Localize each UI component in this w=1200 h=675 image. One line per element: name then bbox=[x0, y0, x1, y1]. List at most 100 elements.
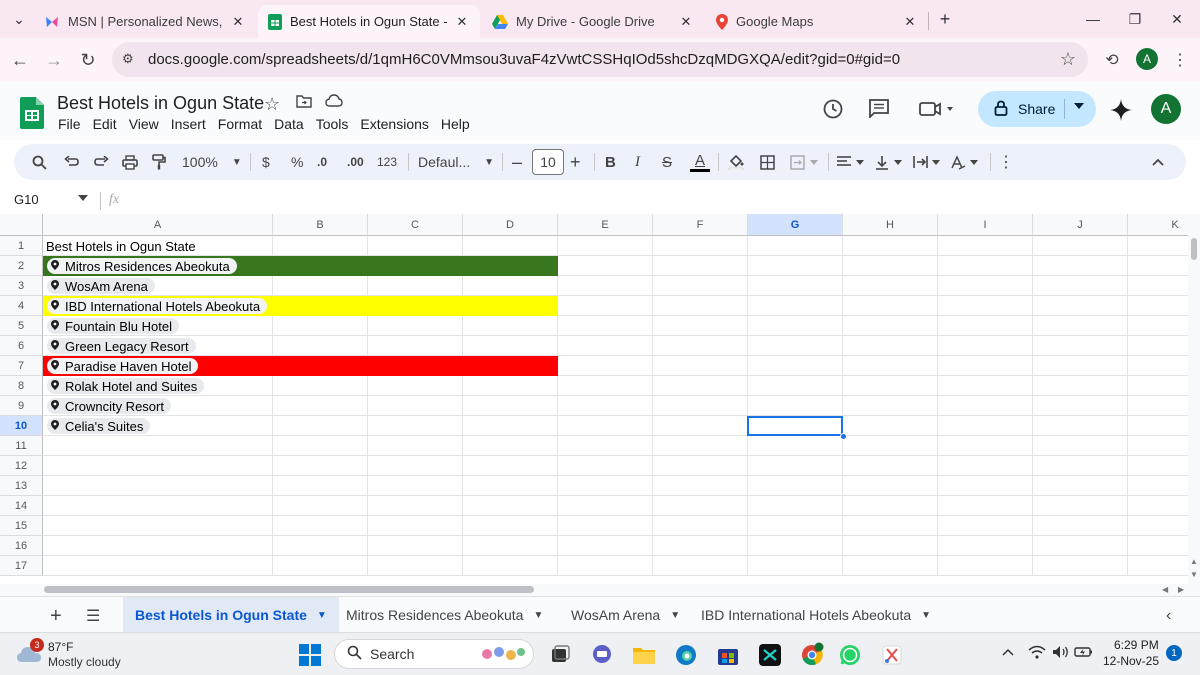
horizontal-align-icon[interactable] bbox=[836, 144, 866, 180]
site-info-icon[interactable]: ⚙ bbox=[122, 51, 134, 67]
star-icon[interactable]: ☆ bbox=[264, 94, 280, 115]
column-header-d[interactable]: D bbox=[463, 214, 558, 236]
cell-i10[interactable] bbox=[938, 416, 1033, 436]
cell-e8[interactable] bbox=[558, 376, 653, 396]
row-header-6[interactable]: 6 bbox=[0, 336, 43, 356]
cell-g2[interactable] bbox=[748, 256, 843, 276]
spreadsheet-grid[interactable]: ABCDEFGHIJK 1 2 3 4 5 6 7 8 9 10 11 12 13 14 15 16 17 Be… bbox=[0, 214, 1188, 584]
cell-d17[interactable] bbox=[463, 556, 558, 576]
cell-e16[interactable] bbox=[558, 536, 653, 556]
header-cell-a1[interactable]: Best Hotels in Ogun State bbox=[46, 236, 196, 256]
cell-c5[interactable] bbox=[368, 316, 463, 336]
cell-i8[interactable] bbox=[938, 376, 1033, 396]
close-icon[interactable]: ✕ bbox=[454, 14, 470, 30]
cell-g8[interactable] bbox=[748, 376, 843, 396]
cell-k11[interactable] bbox=[1128, 436, 1188, 456]
cell-a13[interactable] bbox=[43, 476, 273, 496]
cell-e14[interactable] bbox=[558, 496, 653, 516]
cell-i4[interactable] bbox=[938, 296, 1033, 316]
cell-k4[interactable] bbox=[1128, 296, 1188, 316]
menu-view[interactable]: View bbox=[129, 116, 159, 132]
place-chip[interactable]: IBD International Hotels Abeokuta bbox=[47, 298, 268, 314]
place-chip[interactable]: Mitros Residences Abeokuta bbox=[47, 258, 237, 274]
cell-d1[interactable] bbox=[463, 236, 558, 256]
cell-f13[interactable] bbox=[653, 476, 748, 496]
print-icon[interactable] bbox=[122, 144, 138, 180]
cell-g13[interactable] bbox=[748, 476, 843, 496]
windows-start-icon[interactable] bbox=[296, 641, 324, 669]
cell-k13[interactable] bbox=[1128, 476, 1188, 496]
app-capcut-icon[interactable] bbox=[756, 641, 784, 669]
cell-i5[interactable] bbox=[938, 316, 1033, 336]
cell-e1[interactable] bbox=[558, 236, 653, 256]
column-header-i[interactable]: I bbox=[938, 214, 1033, 236]
cell-c9[interactable] bbox=[368, 396, 463, 416]
cell-k14[interactable] bbox=[1128, 496, 1188, 516]
undo-icon[interactable] bbox=[64, 144, 79, 180]
column-header-h[interactable]: H bbox=[843, 214, 938, 236]
clock-time[interactable]: 6:29 PM bbox=[1114, 638, 1159, 652]
column-header-g[interactable]: G bbox=[748, 214, 843, 236]
url-omnibox[interactable]: ⚙ docs.google.com/spreadsheets/d/1qmH6C0… bbox=[112, 42, 1088, 77]
scroll-right-arrow-icon[interactable]: ▶ bbox=[1178, 585, 1184, 594]
cell-h3[interactable] bbox=[843, 276, 938, 296]
row-header-15[interactable]: 15 bbox=[0, 516, 43, 536]
font-size-input[interactable]: 10 bbox=[532, 149, 564, 175]
horizontal-scrollbar[interactable]: ◀ ▶ bbox=[0, 584, 1200, 596]
cell-k3[interactable] bbox=[1128, 276, 1188, 296]
move-folder-icon[interactable] bbox=[296, 94, 312, 108]
cell-b9[interactable] bbox=[273, 396, 368, 416]
cell-b16[interactable] bbox=[273, 536, 368, 556]
row-header-12[interactable]: 12 bbox=[0, 456, 43, 476]
row-header-11[interactable]: 11 bbox=[0, 436, 43, 456]
cell-f10[interactable] bbox=[653, 416, 748, 436]
cell-c10[interactable] bbox=[368, 416, 463, 436]
text-color-button[interactable]: A bbox=[690, 144, 710, 180]
close-icon[interactable]: ✕ bbox=[678, 14, 694, 30]
menu-extensions[interactable]: Extensions bbox=[360, 116, 428, 132]
cell-g17[interactable] bbox=[748, 556, 843, 576]
row-header-4[interactable]: 4 bbox=[0, 296, 43, 316]
cell-b10[interactable] bbox=[273, 416, 368, 436]
cell-d11[interactable] bbox=[463, 436, 558, 456]
cell-h7[interactable] bbox=[843, 356, 938, 376]
cell-c6[interactable] bbox=[368, 336, 463, 356]
cell-j12[interactable] bbox=[1033, 456, 1128, 476]
sheet-tab-1[interactable]: Mitros Residences Abeokuta ▼ bbox=[334, 597, 555, 633]
number-format-button[interactable]: 123 bbox=[377, 144, 397, 180]
snipping-tool-icon[interactable] bbox=[878, 641, 906, 669]
file-explorer-icon[interactable] bbox=[630, 641, 658, 669]
vertical-align-icon[interactable] bbox=[874, 144, 904, 180]
cell-a16[interactable] bbox=[43, 536, 273, 556]
cell-i11[interactable] bbox=[938, 436, 1033, 456]
wifi-icon[interactable] bbox=[1028, 645, 1046, 662]
cell-d14[interactable] bbox=[463, 496, 558, 516]
vertical-scroll-thumb[interactable] bbox=[1191, 238, 1197, 260]
browser-tab-drive[interactable]: My Drive - Google Drive ✕ bbox=[482, 5, 704, 38]
microsoft-store-icon[interactable] bbox=[714, 641, 742, 669]
cell-j3[interactable] bbox=[1033, 276, 1128, 296]
browser-profile-avatar[interactable]: A bbox=[1136, 48, 1158, 70]
tab-search-chevron-icon[interactable]: ⌄ bbox=[4, 8, 34, 30]
place-chip[interactable]: WosAm Arena bbox=[47, 278, 155, 294]
row-header-5[interactable]: 5 bbox=[0, 316, 43, 336]
edge-browser-icon[interactable] bbox=[672, 641, 700, 669]
cell-c12[interactable] bbox=[368, 456, 463, 476]
cell-b12[interactable] bbox=[273, 456, 368, 476]
cell-f5[interactable] bbox=[653, 316, 748, 336]
cell-g4[interactable] bbox=[748, 296, 843, 316]
cell-f7[interactable] bbox=[653, 356, 748, 376]
cell-g1[interactable] bbox=[748, 236, 843, 256]
cell-b11[interactable] bbox=[273, 436, 368, 456]
volume-icon[interactable] bbox=[1052, 645, 1070, 662]
cell-h10[interactable] bbox=[843, 416, 938, 436]
cell-h8[interactable] bbox=[843, 376, 938, 396]
cell-e12[interactable] bbox=[558, 456, 653, 476]
cell-f1[interactable] bbox=[653, 236, 748, 256]
cell-e7[interactable] bbox=[558, 356, 653, 376]
cell-b5[interactable] bbox=[273, 316, 368, 336]
increase-font-size-button[interactable]: + bbox=[570, 144, 581, 180]
cell-k12[interactable] bbox=[1128, 456, 1188, 476]
percent-format-button[interactable]: % bbox=[291, 144, 303, 180]
cell-d8[interactable] bbox=[463, 376, 558, 396]
